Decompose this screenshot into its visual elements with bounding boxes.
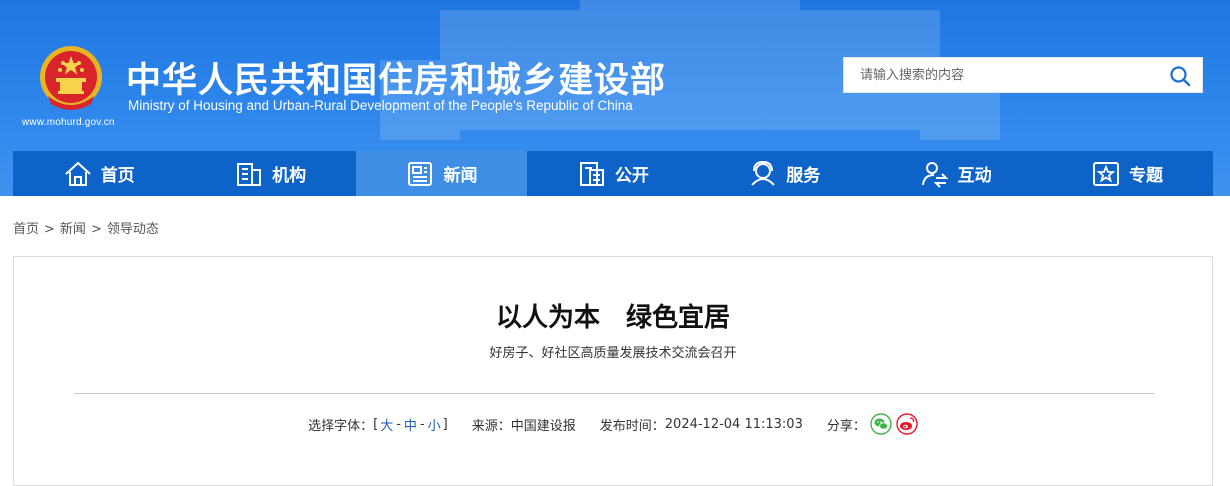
- breadcrumb-leadership-news[interactable]: 领导动态: [107, 222, 159, 237]
- weibo-icon[interactable]: [896, 413, 918, 435]
- site-url: www.mohurd.gov.cn: [22, 117, 115, 128]
- article-meta: 选择字体： [ 大 - 中 - 小 ] 来源： 中国建设报 发布时间： 2024…: [14, 413, 1212, 435]
- font-size-small-link[interactable]: 小: [428, 415, 441, 434]
- breadcrumb-news[interactable]: 新闻: [60, 222, 86, 237]
- nav-item-home[interactable]: 首页: [13, 151, 184, 196]
- nav-label: 机构: [272, 166, 307, 186]
- font-size-large-link[interactable]: 大: [380, 415, 393, 434]
- interaction-icon: [921, 161, 949, 188]
- home-icon: [65, 161, 91, 186]
- publish-label: 发布时间：: [599, 418, 665, 434]
- article-subtitle: 好房子、好社区高质量发展技术交流会召开: [489, 346, 737, 361]
- star-icon: [1093, 161, 1120, 186]
- breadcrumb-home[interactable]: 首页: [13, 222, 39, 237]
- search-input[interactable]: [844, 58, 1154, 92]
- source-label: 来源：: [471, 418, 511, 434]
- source-value: 中国建设报: [510, 418, 576, 434]
- font-size-medium-link[interactable]: 中: [404, 415, 417, 434]
- divider: [74, 393, 1154, 394]
- article-panel: 以人为本 绿色宜居 好房子、好社区高质量发展技术交流会召开 选择字体： [ 大 …: [13, 256, 1213, 486]
- nav-item-service[interactable]: 服务: [699, 151, 870, 196]
- building-icon: [237, 162, 262, 186]
- article-publish-time: 发布时间： 2024-12-04 11:13:03: [600, 415, 803, 434]
- main-nav: 首页 机构 新闻 公开 服务 互动 专题: [13, 151, 1213, 196]
- font-size-bracket-close: ]: [442, 416, 448, 432]
- nav-label: 公开: [614, 166, 649, 186]
- font-size-separator: -: [419, 416, 425, 432]
- search-icon[interactable]: [1168, 64, 1192, 88]
- nav-label: 首页: [100, 166, 135, 186]
- nav-item-topics[interactable]: 专题: [1041, 151, 1212, 196]
- font-size-label: 选择字体：: [308, 418, 374, 434]
- nav-label: 新闻: [443, 166, 478, 186]
- share-label: 分享：: [826, 418, 866, 434]
- site-header: www.mohurd.gov.cn 中华人民共和国住房和城乡建设部 Minist…: [0, 0, 1230, 196]
- share-bar: 分享：: [827, 413, 918, 435]
- wechat-icon[interactable]: [870, 413, 892, 435]
- breadcrumb: 首页 > 新闻 > 领导动态: [13, 218, 159, 237]
- service-icon: [751, 160, 775, 186]
- breadcrumb-separator: >: [44, 222, 55, 237]
- nav-label: 服务: [786, 166, 821, 186]
- publish-value: 2024-12-04 11:13:03: [664, 416, 803, 432]
- breadcrumb-separator: >: [90, 222, 102, 237]
- site-title: 中华人民共和国住房和城乡建设部: [126, 61, 667, 101]
- nav-label: 专题: [1129, 166, 1164, 186]
- document-icon: [579, 161, 604, 186]
- nav-item-public[interactable]: 公开: [527, 151, 698, 196]
- search-box: [843, 57, 1203, 93]
- font-size-separator: -: [396, 416, 401, 432]
- nav-item-interaction[interactable]: 互动: [870, 151, 1041, 196]
- nav-label: 互动: [957, 166, 992, 186]
- nav-item-news[interactable]: 新闻: [355, 151, 528, 196]
- font-size-bracket-open: [: [373, 416, 379, 432]
- news-icon: [408, 161, 433, 186]
- site-subtitle: Ministry of Housing and Urban-Rural Deve…: [128, 98, 633, 113]
- nav-item-organization[interactable]: 机构: [184, 151, 355, 196]
- article-title: 以人为本 绿色宜居: [495, 303, 730, 333]
- national-emblem-icon: [40, 46, 102, 110]
- article-source: 来源： 中国建设报: [472, 415, 576, 434]
- font-size-selector: 选择字体： [ 大 - 中 - 小 ]: [308, 415, 448, 434]
